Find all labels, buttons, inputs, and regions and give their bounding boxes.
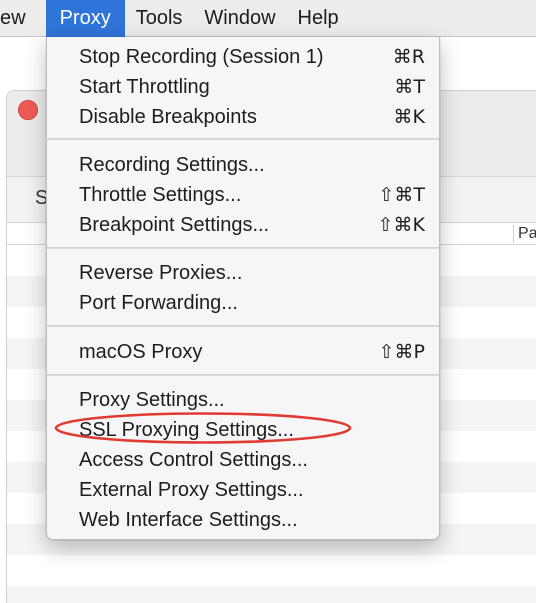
menu-item-label: Throttle Settings... [79, 184, 242, 206]
menu-item-label: Breakpoint Settings... [79, 214, 270, 236]
menu-item-reverse-proxies[interactable]: Reverse Proxies... [47, 258, 439, 288]
menu-item-ssl-proxying-settings[interactable]: SSL Proxying Settings... [47, 415, 439, 445]
menu-item-label: Web Interface Settings... [79, 509, 298, 531]
menu-help[interactable]: Help [287, 0, 350, 37]
menu-item-breakpoint-settings[interactable]: Breakpoint Settings... ⇧⌘K [47, 210, 439, 240]
menu-item-shortcut: ⇧⌘K [377, 214, 425, 236]
menu-item-shortcut: ⇧⌘T [378, 184, 425, 206]
menu-item-macos-proxy[interactable]: macOS Proxy ⇧⌘P [47, 337, 439, 367]
menu-item-port-forwarding[interactable]: Port Forwarding... [47, 288, 439, 318]
menu-separator [47, 138, 439, 140]
menu-tools[interactable]: Tools [125, 0, 194, 37]
menu-item-label: Recording Settings... [79, 154, 265, 176]
menu-item-label: Reverse Proxies... [79, 262, 243, 284]
menu-item-shortcut: ⇧⌘P [378, 341, 425, 363]
menu-item-label: Stop Recording (Session 1) [79, 46, 324, 68]
menu-item-label: SSL Proxying Settings... [79, 419, 294, 441]
menu-item-label: Access Control Settings... [79, 449, 308, 471]
column-header-partial[interactable]: Pa [513, 225, 536, 243]
menu-proxy[interactable]: Proxy [45, 0, 125, 37]
menu-item-recording-settings[interactable]: Recording Settings... [47, 150, 439, 180]
menu-item-label: External Proxy Settings... [79, 479, 304, 501]
menu-item-label: Disable Breakpoints [79, 106, 257, 128]
macos-menu-bar: ew Proxy Tools Window Help [0, 0, 536, 37]
close-window-button[interactable] [18, 100, 38, 120]
menu-item-start-throttling[interactable]: Start Throttling ⌘T [47, 72, 439, 102]
menu-window[interactable]: Window [193, 0, 286, 37]
menu-item-proxy-settings[interactable]: Proxy Settings... [47, 385, 439, 415]
proxy-dropdown-menu: Stop Recording (Session 1) ⌘R Start Thro… [46, 37, 440, 540]
menu-item-external-proxy-settings[interactable]: External Proxy Settings... [47, 475, 439, 505]
menu-item-web-interface-settings[interactable]: Web Interface Settings... [47, 505, 439, 535]
menu-item-disable-breakpoints[interactable]: Disable Breakpoints ⌘K [47, 102, 439, 132]
menu-item-shortcut: ⌘R [392, 46, 425, 68]
menu-view[interactable]: ew [0, 0, 46, 37]
menu-item-access-control-settings[interactable]: Access Control Settings... [47, 445, 439, 475]
menu-item-label: Port Forwarding... [79, 292, 238, 314]
menu-item-throttle-settings[interactable]: Throttle Settings... ⇧⌘T [47, 180, 439, 210]
menu-item-label: macOS Proxy [79, 341, 203, 363]
menu-separator [47, 247, 439, 249]
menu-separator [47, 374, 439, 376]
menu-item-shortcut: ⌘K [393, 106, 425, 128]
menu-separator [47, 325, 439, 327]
menu-item-stop-recording[interactable]: Stop Recording (Session 1) ⌘R [47, 42, 439, 72]
menu-item-label: Start Throttling [79, 76, 210, 98]
menu-item-shortcut: ⌘T [394, 76, 425, 98]
menu-item-label: Proxy Settings... [79, 389, 225, 411]
